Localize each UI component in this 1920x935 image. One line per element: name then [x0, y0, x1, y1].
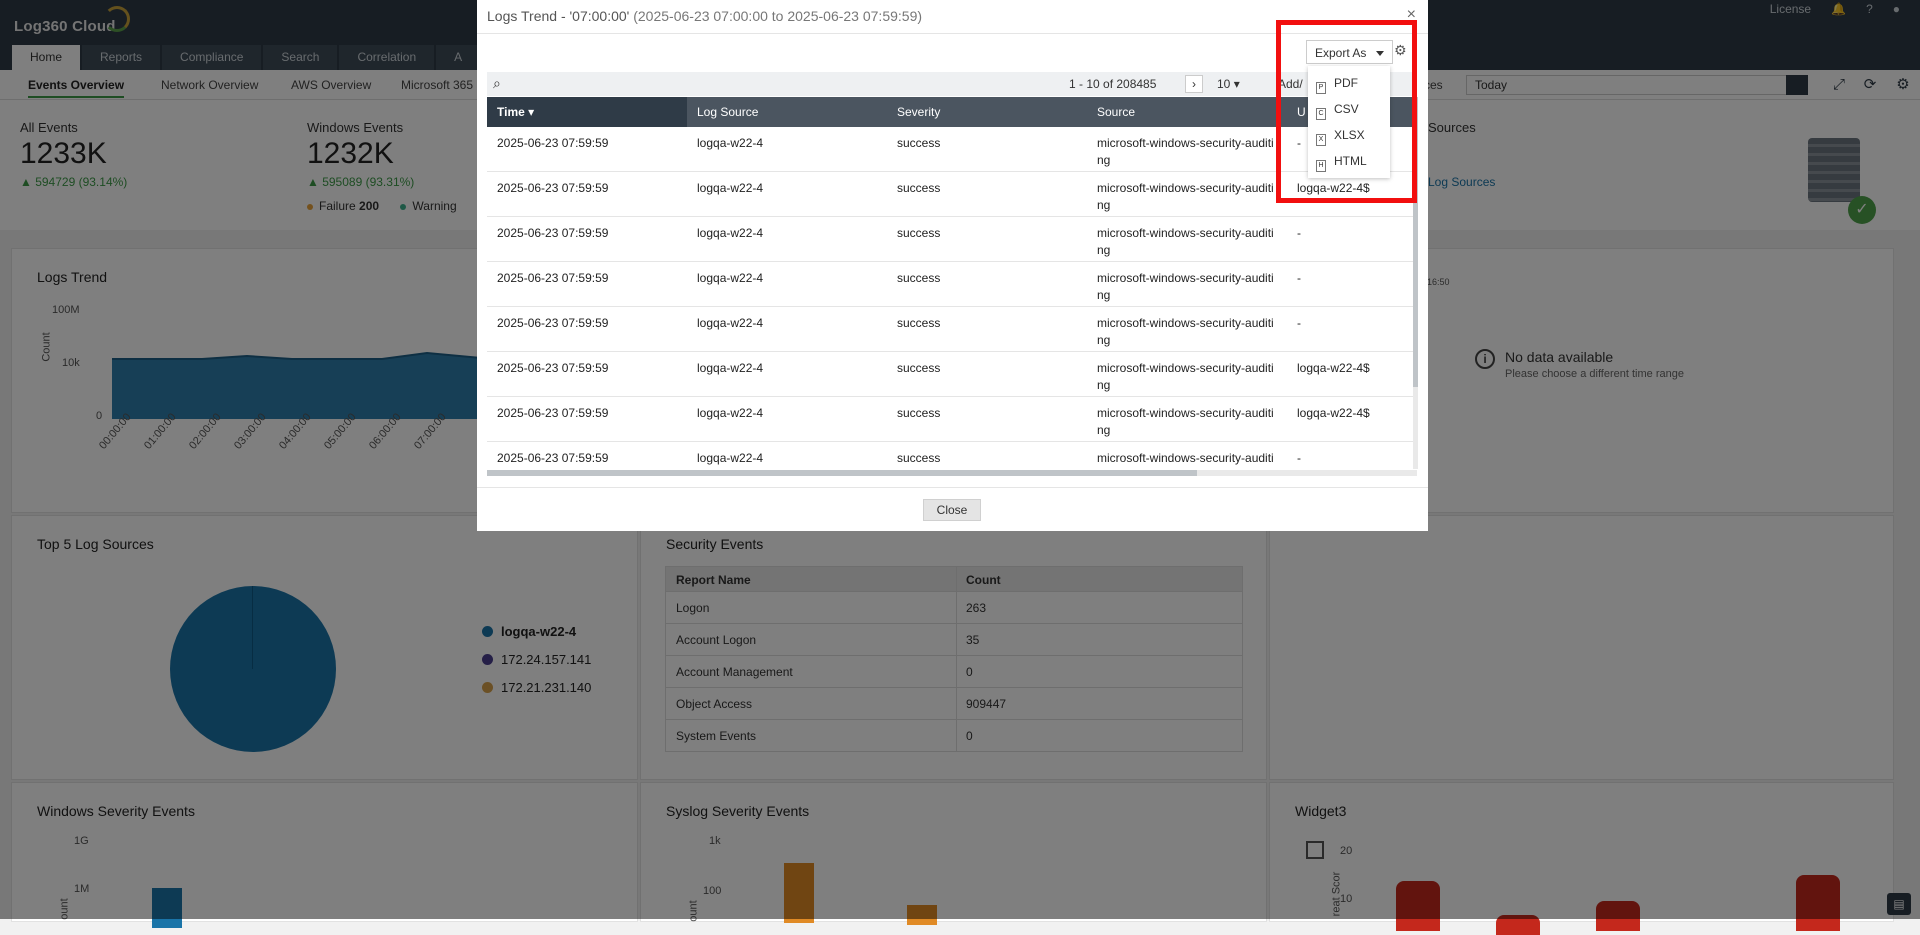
table-cell: logqa-w22-4 — [697, 181, 764, 195]
table-cell: microsoft-windows-security-auditing — [1097, 271, 1274, 302]
scroll-thumb[interactable] — [487, 470, 1197, 476]
table-cell: success — [897, 406, 941, 420]
table-cell: 2025-06-23 07:59:59 — [497, 316, 609, 330]
table-row[interactable]: 2025-06-23 07:59:59 logqa-w22-4 success mic… — [487, 307, 1417, 352]
table-cell: success — [897, 316, 941, 330]
column-time-label: Time — [497, 105, 525, 119]
annotation-highlight-box — [1276, 20, 1417, 203]
table-cell: 2025-06-23 07:59:59 — [497, 136, 609, 150]
table-cell: success — [897, 226, 941, 240]
divider — [477, 487, 1428, 488]
table-row[interactable]: 2025-06-23 07:59:59 logqa-w22-4 success mic… — [487, 352, 1417, 397]
table-cell: 2025-06-23 07:59:59 — [497, 451, 609, 465]
table-cell: microsoft-windows-security-auditing — [1097, 451, 1274, 469]
table-cell: microsoft-windows-security-auditing — [1097, 136, 1274, 167]
table-cell: 2025-06-23 07:59:59 — [497, 271, 609, 285]
close-button[interactable]: Close — [923, 499, 981, 521]
table-cell: logqa-w22-4 — [697, 361, 764, 375]
table-cell: success — [897, 361, 941, 375]
table-cell: microsoft-windows-security-auditing — [1097, 406, 1274, 437]
column-source[interactable]: Source — [1097, 105, 1135, 119]
horizontal-scrollbar[interactable] — [487, 470, 1417, 476]
table-cell: - — [1297, 226, 1301, 240]
table-cell: success — [897, 451, 941, 465]
column-log-source[interactable]: Log Source — [697, 105, 758, 119]
table-cell: microsoft-windows-security-auditing — [1097, 361, 1274, 392]
table-cell: microsoft-windows-security-auditing — [1097, 226, 1274, 257]
modal-title: Logs Trend - '07:00:00' (2025-06-23 07:0… — [487, 8, 922, 24]
search-icon[interactable]: ⌕ — [493, 75, 501, 92]
column-time[interactable]: Time ▾ — [497, 105, 534, 119]
table-row[interactable]: 2025-06-23 07:59:59 logqa-w22-4 success mic… — [487, 442, 1417, 469]
table-cell: 2025-06-23 07:59:59 — [497, 361, 609, 375]
next-page-button[interactable]: › — [1185, 75, 1203, 93]
table-cell: logqa-w22-4 — [697, 271, 764, 285]
table-cell: 2025-06-23 07:59:59 — [497, 226, 609, 240]
table-cell: success — [897, 271, 941, 285]
page-size-select[interactable]: 10 ▾ — [1217, 77, 1240, 91]
table-cell: logqa-w22-4 — [697, 136, 764, 150]
table-cell: success — [897, 136, 941, 150]
table-cell: logqa-w22-4$ — [1297, 361, 1370, 375]
table-row[interactable]: 2025-06-23 07:59:59 logqa-w22-4 success mic… — [487, 397, 1417, 442]
table-cell: microsoft-windows-security-auditing — [1097, 181, 1274, 212]
table-cell: 2025-06-23 07:59:59 — [497, 181, 609, 195]
column-severity[interactable]: Severity — [897, 105, 940, 119]
table-row[interactable]: 2025-06-23 07:59:59 logqa-w22-4 success mic… — [487, 217, 1417, 262]
table-cell: logqa-w22-4 — [697, 226, 764, 240]
page-size-value: 10 — [1217, 77, 1231, 91]
table-cell: success — [897, 181, 941, 195]
modal-subtitle: (2025-06-23 07:00:00 to 2025-06-23 07:59… — [633, 8, 923, 24]
modal-title-text: Logs Trend - '07:00:00' — [487, 8, 630, 24]
table-cell: logqa-w22-4$ — [1297, 406, 1370, 420]
table-cell: logqa-w22-4 — [697, 451, 764, 465]
table-cell: - — [1297, 451, 1301, 465]
pager-text: 1 - 10 of 208485 — [1069, 77, 1157, 91]
table-cell: - — [1297, 271, 1301, 285]
table-cell: microsoft-windows-security-auditing — [1097, 316, 1274, 347]
table-cell: - — [1297, 316, 1301, 330]
table-cell: logqa-w22-4 — [697, 316, 764, 330]
table-row[interactable]: 2025-06-23 07:59:59 logqa-w22-4 success mic… — [487, 262, 1417, 307]
table-cell: logqa-w22-4 — [697, 406, 764, 420]
table-cell: 2025-06-23 07:59:59 — [497, 406, 609, 420]
